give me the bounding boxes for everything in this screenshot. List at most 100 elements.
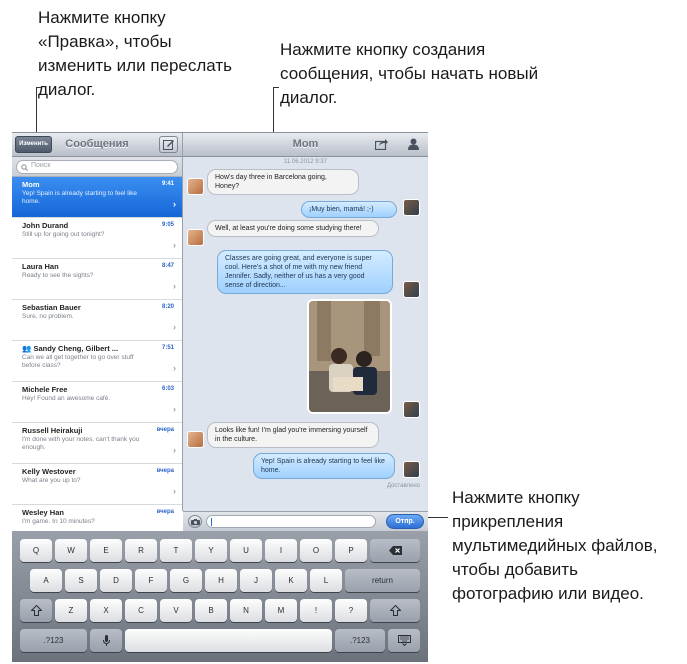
contact-title: Mom — [292, 138, 319, 150]
key-w[interactable]: W — [55, 539, 87, 562]
key-t[interactable]: T — [160, 539, 192, 562]
contact-name: Michele Free — [22, 385, 68, 394]
key-x[interactable]: X — [90, 599, 122, 622]
search-input[interactable]: Поиск — [16, 160, 178, 174]
send-button[interactable]: Отпр. — [386, 514, 424, 529]
text-caret — [211, 518, 212, 526]
conversation-row[interactable]: Kelly Westover вчера What are you up to?… — [12, 464, 182, 505]
avatar — [187, 431, 204, 448]
conversation-row[interactable]: Michele Free 6:03 Hey! Found an awesome … — [12, 382, 182, 423]
key-f[interactable]: F — [135, 569, 167, 592]
message-time: 8:20 — [161, 304, 174, 310]
avatar — [403, 401, 420, 418]
message-bubble-outgoing: Yep! Spain is already starting to feel l… — [253, 453, 395, 479]
chevron-right-icon: › — [173, 322, 176, 332]
message-time: 9:05 — [161, 222, 174, 228]
contact-name: 👥 Sandy Cheng, Gilbert ... — [22, 344, 176, 353]
camera-button[interactable] — [188, 515, 202, 528]
message-input-bar: Отпр. — [183, 511, 428, 531]
key-hide-keyboard[interactable] — [388, 629, 420, 652]
key-p[interactable]: P — [335, 539, 367, 562]
leader-line — [36, 87, 42, 88]
avatar — [403, 461, 420, 478]
contact-name: John Durand — [22, 221, 69, 230]
group-name: Sandy Cheng, Gilbert ... — [33, 344, 119, 353]
key-j[interactable]: J — [240, 569, 272, 592]
conversation-row[interactable]: Russell Heirakuji вчера I'm done with yo… — [12, 423, 182, 464]
contact-name: Sebastian Bauer — [22, 303, 81, 312]
contact-name: Laura Han — [22, 262, 59, 271]
key-space[interactable] — [125, 629, 332, 652]
key-return[interactable]: return — [345, 569, 420, 592]
camera-icon — [191, 519, 200, 525]
key-b[interactable]: B — [195, 599, 227, 622]
key-l[interactable]: L — [310, 569, 342, 592]
message-bubble-incoming: Well, at least you're doing some studyin… — [207, 220, 379, 237]
leader-line — [36, 87, 37, 133]
message-preview: What are you up to? — [22, 477, 81, 484]
key-numbers-right[interactable]: .?123 — [335, 629, 385, 652]
key-exclamation[interactable]: ! — [300, 599, 332, 622]
avatar — [187, 178, 204, 195]
share-icon[interactable] — [375, 138, 388, 150]
message-time: 6:03 — [161, 386, 174, 392]
photo-image — [309, 301, 390, 412]
message-time: вчера — [156, 468, 174, 474]
transcript-pane: Mom 11.06.2012 9:37 How's day three in B… — [183, 133, 428, 511]
microphone-icon — [102, 635, 110, 646]
key-dictation[interactable] — [90, 629, 122, 652]
message-preview: Yep! Spain is already starting to feel l… — [22, 190, 138, 205]
key-s[interactable]: S — [65, 569, 97, 592]
key-shift-right[interactable] — [370, 599, 420, 622]
compose-button[interactable] — [159, 136, 178, 153]
contact-icon[interactable] — [408, 138, 419, 150]
key-y[interactable]: Y — [195, 539, 227, 562]
key-g[interactable]: G — [170, 569, 202, 592]
key-n[interactable]: N — [230, 599, 262, 622]
right-navbar: Mom — [183, 133, 428, 157]
key-d[interactable]: D — [100, 569, 132, 592]
conversation-row[interactable]: Laura Han 8:47 Ready to see the sights? … — [12, 259, 182, 300]
key-i[interactable]: I — [265, 539, 297, 562]
keyboard-hide-icon — [397, 635, 411, 647]
message-input[interactable] — [206, 515, 376, 528]
contact-name: Russell Heirakuji — [22, 426, 83, 435]
message-preview: Still up for going out tonight? — [22, 231, 105, 238]
message-preview: Sure, no problem. — [22, 313, 74, 320]
conversation-row[interactable]: Mom 9:41 Yep! Spain is already starting … — [12, 177, 182, 218]
message-time: вчера — [156, 509, 174, 515]
key-e[interactable]: E — [90, 539, 122, 562]
conversation-row[interactable]: 👥 Sandy Cheng, Gilbert ... 7:51 Can we a… — [12, 341, 182, 382]
key-question[interactable]: ? — [335, 599, 367, 622]
conversation-row[interactable]: Sebastian Bauer 8:20 Sure, no problem. › — [12, 300, 182, 341]
key-r[interactable]: R — [125, 539, 157, 562]
message-bubble-outgoing: ¡Muy bien, mamá! ;-) — [301, 201, 397, 218]
message-preview: Can we all get together to go over stuff… — [22, 354, 134, 369]
key-h[interactable]: H — [205, 569, 237, 592]
delivered-status: Доставлено — [386, 483, 420, 489]
message-preview: I'm game. In 10 minutes? — [22, 518, 95, 525]
message-preview: Hey! Found an awesome café. — [22, 395, 111, 402]
key-u[interactable]: U — [230, 539, 262, 562]
chevron-right-icon: › — [173, 363, 176, 373]
key-shift-left[interactable] — [20, 599, 52, 622]
key-k[interactable]: K — [275, 569, 307, 592]
key-m[interactable]: M — [265, 599, 297, 622]
avatar — [187, 229, 204, 246]
attached-photo[interactable] — [307, 299, 392, 414]
key-a[interactable]: A — [30, 569, 62, 592]
key-c[interactable]: C — [125, 599, 157, 622]
key-delete[interactable] — [370, 539, 420, 562]
avatar — [403, 199, 420, 216]
key-v[interactable]: V — [160, 599, 192, 622]
contact-name: Kelly Westover — [22, 467, 76, 476]
key-o[interactable]: O — [300, 539, 332, 562]
key-z[interactable]: Z — [55, 599, 87, 622]
message-bubble-incoming: How's day three in Barcelona going, Hone… — [207, 169, 359, 195]
shift-icon — [388, 604, 402, 616]
message-bubble-outgoing: Classes are going great, and everyone is… — [217, 250, 393, 294]
key-q[interactable]: Q — [20, 539, 52, 562]
left-navbar: Изменить Сообщения — [12, 133, 182, 157]
key-numbers-left[interactable]: .?123 — [20, 629, 87, 652]
conversation-row[interactable]: John Durand 9:05 Still up for going out … — [12, 218, 182, 259]
